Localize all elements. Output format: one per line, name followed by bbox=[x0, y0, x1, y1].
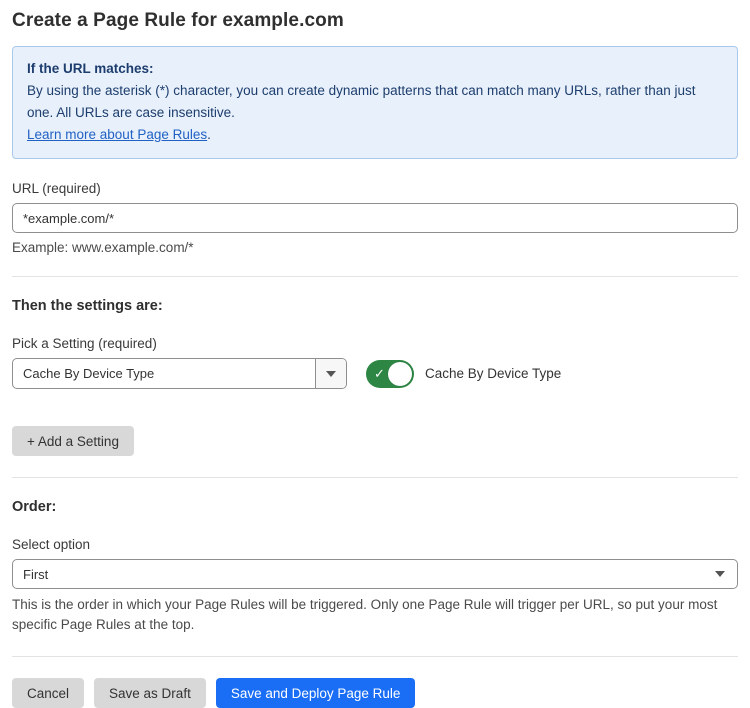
add-setting-button[interactable]: + Add a Setting bbox=[12, 426, 134, 456]
setting-select-arrow-button[interactable] bbox=[315, 359, 346, 388]
pick-setting-label: Pick a Setting (required) bbox=[12, 336, 738, 351]
url-example-hint: Example: www.example.com/* bbox=[12, 240, 738, 255]
order-help-text: This is the order in which your Page Rul… bbox=[12, 595, 738, 635]
order-select-label: Select option bbox=[12, 537, 738, 552]
divider bbox=[12, 656, 738, 657]
url-field-label: URL (required) bbox=[12, 181, 738, 196]
url-input[interactable] bbox=[12, 203, 738, 233]
save-deploy-button[interactable]: Save and Deploy Page Rule bbox=[216, 678, 416, 708]
toggle-label: Cache By Device Type bbox=[425, 366, 561, 381]
page-title: Create a Page Rule for example.com bbox=[12, 10, 738, 32]
learn-more-link[interactable]: Learn more about Page Rules bbox=[27, 127, 207, 142]
check-icon: ✓ bbox=[374, 367, 385, 380]
order-select[interactable]: First bbox=[12, 559, 738, 589]
toggle-knob bbox=[388, 362, 412, 386]
order-section-heading: Order: bbox=[12, 499, 738, 515]
info-box-heading: If the URL matches: bbox=[27, 58, 723, 80]
divider bbox=[12, 276, 738, 277]
save-draft-button[interactable]: Save as Draft bbox=[94, 678, 206, 708]
cache-by-device-toggle[interactable]: ✓ bbox=[366, 360, 414, 388]
footer-actions: Cancel Save as Draft Save and Deploy Pag… bbox=[12, 678, 738, 708]
info-box-body: By using the asterisk (*) character, you… bbox=[27, 80, 723, 124]
url-match-info-box: If the URL matches: By using the asteris… bbox=[12, 46, 738, 159]
info-box-link-line: Learn more about Page Rules. bbox=[27, 124, 723, 146]
setting-select[interactable]: Cache By Device Type bbox=[12, 358, 347, 389]
settings-section-heading: Then the settings are: bbox=[12, 298, 738, 314]
link-period: . bbox=[207, 127, 211, 142]
setting-select-value: Cache By Device Type bbox=[13, 359, 315, 388]
divider bbox=[12, 477, 738, 478]
setting-toggle-group: ✓ Cache By Device Type bbox=[366, 360, 561, 388]
setting-row: Cache By Device Type ✓ Cache By Device T… bbox=[12, 358, 738, 389]
order-select-value: First bbox=[23, 567, 48, 582]
chevron-down-icon bbox=[715, 571, 725, 577]
create-page-rule-form: Create a Page Rule for example.com If th… bbox=[0, 0, 750, 708]
cancel-button[interactable]: Cancel bbox=[12, 678, 84, 708]
chevron-down-icon bbox=[326, 371, 336, 377]
